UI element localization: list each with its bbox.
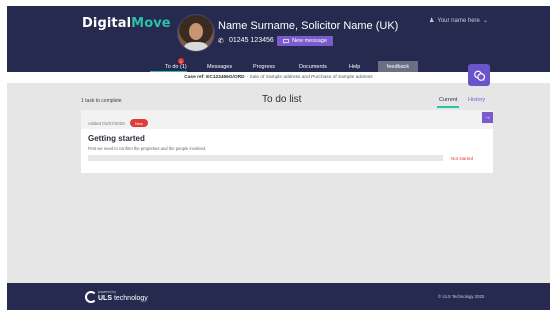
copyright: © ULS Technology 2020 [438, 294, 485, 299]
open-task-button[interactable]: → [482, 112, 493, 123]
chat-button[interactable] [468, 64, 490, 86]
page-title: To do list [262, 94, 302, 105]
task-added-date: Added 01/07/2020 [88, 121, 125, 126]
task-count: 1 task to complete [81, 98, 122, 104]
task-description: First we need to confirm the properties … [88, 146, 207, 151]
nav-item-help[interactable]: Help [349, 64, 360, 70]
new-badge: New [130, 119, 148, 127]
digitalmove-logo[interactable]: DigitalMove [82, 16, 171, 31]
tab-current[interactable]: Current [439, 97, 457, 103]
new-message-button[interactable]: New message [277, 36, 333, 46]
phone-icon: ✆ [218, 38, 224, 45]
site-footer: powered by ULS technology © ULS Technolo… [7, 283, 550, 310]
uls-technology-logo: powered by ULS technology [85, 289, 148, 305]
solicitor-avatar [177, 14, 215, 52]
message-icon [283, 38, 289, 44]
user-icon: ♟ [429, 18, 435, 24]
arrow-right-icon: → [484, 114, 491, 121]
avatar-shoulders [184, 42, 208, 51]
uls-brand-rest: technology [112, 295, 148, 302]
uls-c-mark-icon [85, 291, 97, 303]
solicitor-phone: 01245 123456 [229, 37, 274, 44]
task-progress-bar [88, 155, 443, 161]
user-menu-label: Your name here [437, 17, 480, 24]
logo-text-move: Move [131, 16, 171, 31]
powered-by-label: powered by [98, 290, 117, 294]
chevron-down-icon: ⌄ [482, 18, 488, 24]
case-ref: Case ref: EC123456G/ORD [184, 75, 245, 80]
nav-item-documents[interactable]: Documents [299, 64, 327, 70]
feedback-button[interactable]: feedback [378, 61, 418, 72]
new-message-label: New message [292, 38, 327, 44]
chat-bubbles-icon [473, 70, 485, 81]
solicitor-name: Name Surname, Solicitor Name (UK) [218, 20, 399, 32]
nav-item-todo[interactable]: To do (1) [165, 64, 187, 70]
active-tab-underline [437, 106, 459, 108]
app-window: DigitalMove Name Surname, Solicitor Name… [7, 6, 550, 310]
tab-history[interactable]: History [468, 97, 485, 103]
uls-brand-bold: ULS [98, 295, 112, 302]
uls-brand-text: ULS technology [98, 295, 148, 302]
nav-item-progress[interactable]: Progress [253, 64, 275, 70]
task-title: Getting started [88, 134, 145, 143]
site-header: DigitalMove Name Surname, Solicitor Name… [7, 6, 550, 73]
case-description: - Sale of Sample address and Purchase of… [246, 75, 373, 80]
user-menu[interactable]: ♟ Your name here ⌄ [429, 17, 488, 25]
task-status: Not started [451, 156, 474, 161]
avatar-face [189, 23, 203, 40]
logo-text-digital: Digital [82, 16, 132, 31]
task-card[interactable]: Added 01/07/2020 New → Getting started F… [81, 110, 493, 173]
nav-item-messages[interactable]: Messages [207, 64, 232, 70]
